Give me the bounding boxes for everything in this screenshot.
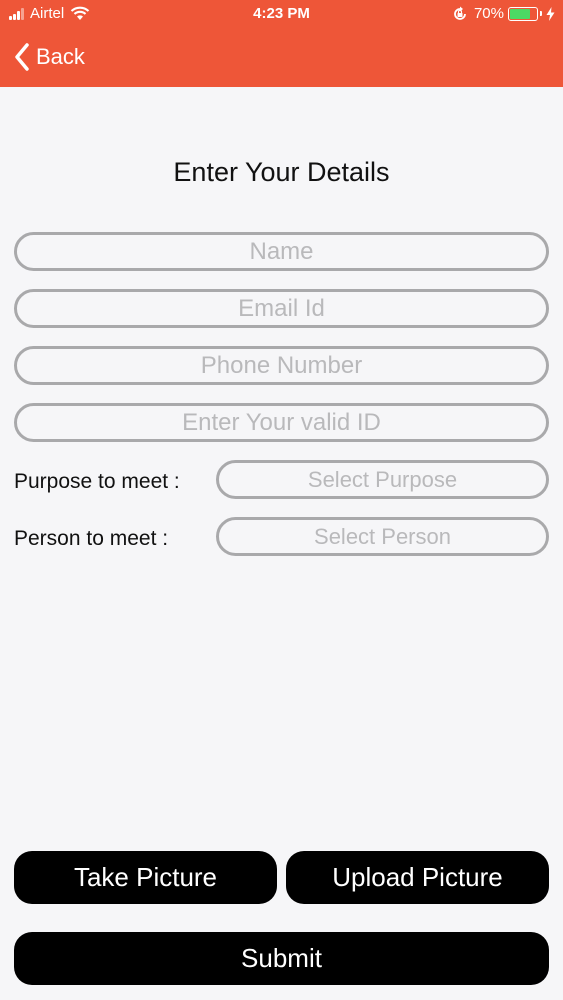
bolt-icon [546, 6, 555, 21]
status-right: 70% [452, 5, 555, 22]
orientation-lock-icon [454, 6, 466, 20]
back-button[interactable]: Back [14, 40, 85, 74]
purpose-select[interactable] [216, 460, 549, 499]
person-select[interactable] [216, 517, 549, 556]
submit-button[interactable]: Submit [14, 932, 549, 985]
battery-percent: 70% [473, 5, 504, 22]
purpose-label: Purpose to meet : [14, 470, 180, 493]
name-input[interactable] [14, 232, 549, 271]
back-label: Back [36, 44, 85, 69]
status-bar: Airtel 4:23 PM 70% [0, 0, 563, 32]
phone-input[interactable] [14, 346, 549, 385]
nav-header: Airtel 4:23 PM 70% Back [0, 0, 563, 87]
upload-picture-button[interactable]: Upload Picture [286, 851, 549, 904]
person-label: Person to meet : [14, 527, 169, 550]
id-input[interactable] [14, 403, 549, 442]
battery-fill [510, 8, 530, 19]
take-picture-button[interactable]: Take Picture [14, 851, 277, 904]
page-title: Enter Your Details [173, 157, 390, 187]
battery-icon [508, 6, 538, 21]
email-input[interactable] [14, 289, 549, 328]
chevron-left-icon [15, 43, 29, 71]
battery-nub [540, 11, 542, 16]
